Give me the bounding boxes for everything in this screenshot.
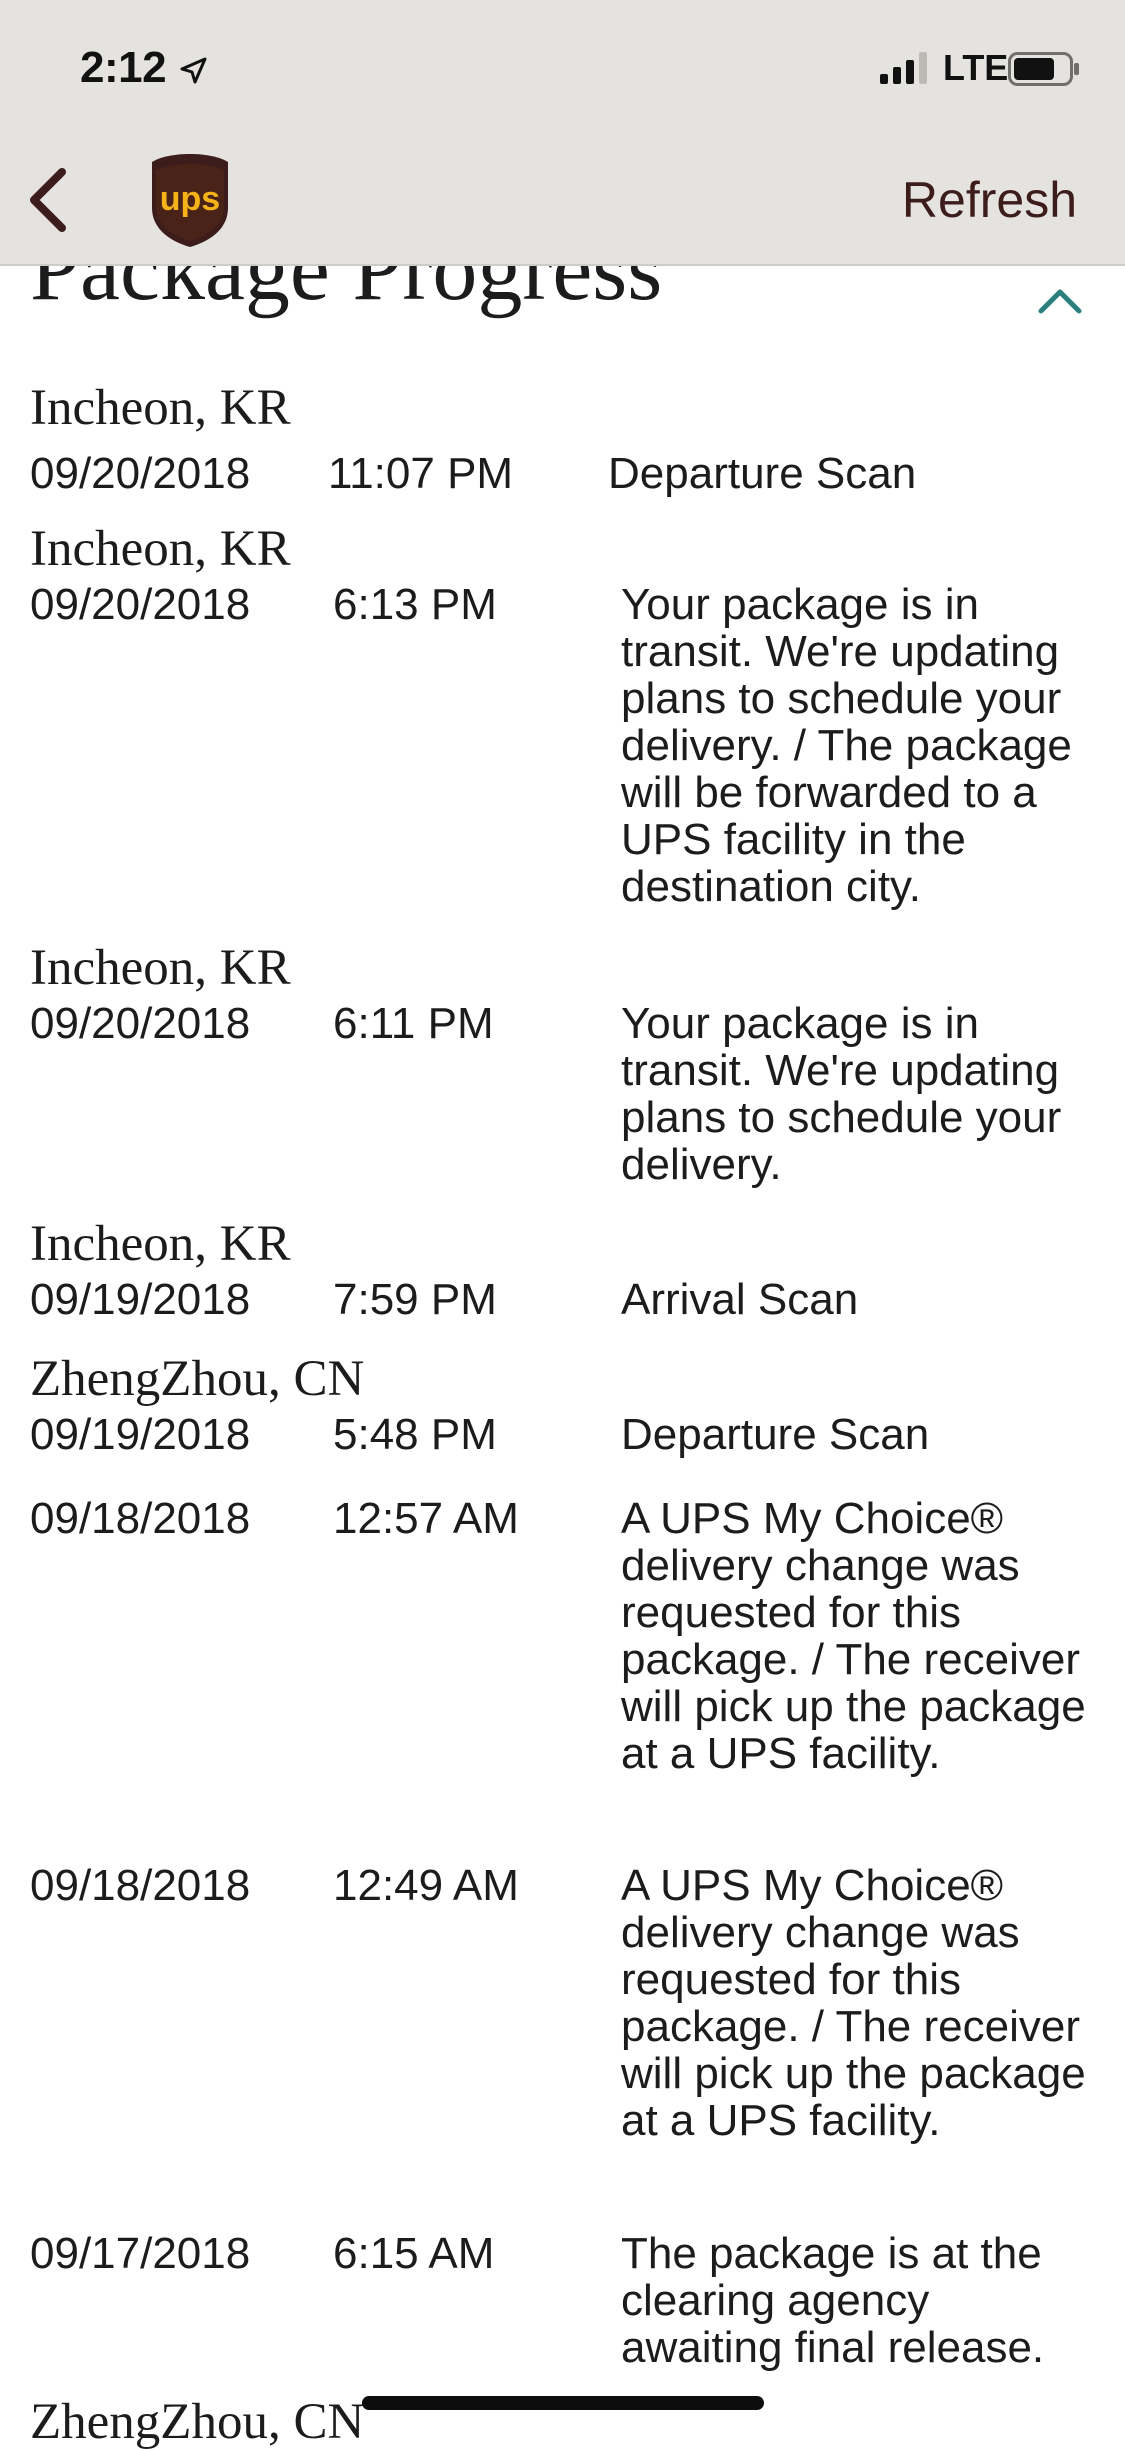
event-date: 09/20/2018 [30,580,251,629]
event-time: 11:07 PM [328,449,514,498]
event-location: Incheon, KR [30,521,291,577]
event-location: Incheon, KR [30,1216,291,1272]
event-description: Departure Scan [621,1410,930,1459]
network-type-label: LTE [943,47,1009,88]
back-button[interactable] [18,160,78,240]
navigation-bar: ups Refresh [0,132,1125,266]
event-date: 09/19/2018 [30,1410,251,1459]
event-time: 12:49 AM [333,1861,519,1910]
event-date: 09/18/2018 [30,1494,251,1543]
ups-logo-icon: ups [152,154,228,247]
svg-text:ups: ups [160,180,220,218]
event-description: A UPS My Choice® delivery change was req… [621,1494,1086,1778]
event-time: 5:48 PM [333,1410,497,1459]
event-location: Incheon, KR [30,380,291,436]
collapse-button[interactable] [1030,270,1090,330]
event-description: A UPS My Choice® delivery change was req… [621,1861,1086,2145]
status-bar: 2:12 LTE [0,0,1125,132]
event-description: The package is at the clearing agency aw… [621,2229,1045,2372]
cellular-signal-icon [880,52,927,84]
event-time: 6:13 PM [333,580,497,629]
event-location: ZhengZhou, CN [30,2394,365,2450]
event-location: Incheon, KR [30,940,291,996]
event-date: 09/20/2018 [30,449,251,498]
chevron-up-icon [1038,289,1082,314]
event-time: 7:59 PM [333,1275,497,1324]
home-indicator[interactable] [362,2396,764,2410]
location-arrow-icon [180,57,207,84]
chevron-left-icon [30,168,66,232]
status-time: 2:12 [80,43,167,92]
event-description: Arrival Scan [621,1275,859,1324]
event-location: ZhengZhou, CN [30,1351,365,1407]
event-description: Your package is in transit. We're updati… [621,999,1062,1189]
event-time: 12:57 AM [333,1494,519,1543]
event-time: 6:11 PM [333,999,494,1048]
event-time: 6:15 AM [333,2229,495,2278]
package-progress-section: Package Progress Incheon, KR 09/20/2018 … [0,0,1125,2450]
event-date: 09/20/2018 [30,999,251,1048]
event-date: 09/17/2018 [30,2229,251,2278]
event-description: Departure Scan [608,449,917,498]
battery-icon [1008,52,1079,86]
refresh-button[interactable]: Refresh [902,168,1077,232]
event-description: Your package is in transit. We're updati… [621,580,1072,911]
event-date: 09/19/2018 [30,1275,251,1324]
event-date: 09/18/2018 [30,1861,251,1910]
